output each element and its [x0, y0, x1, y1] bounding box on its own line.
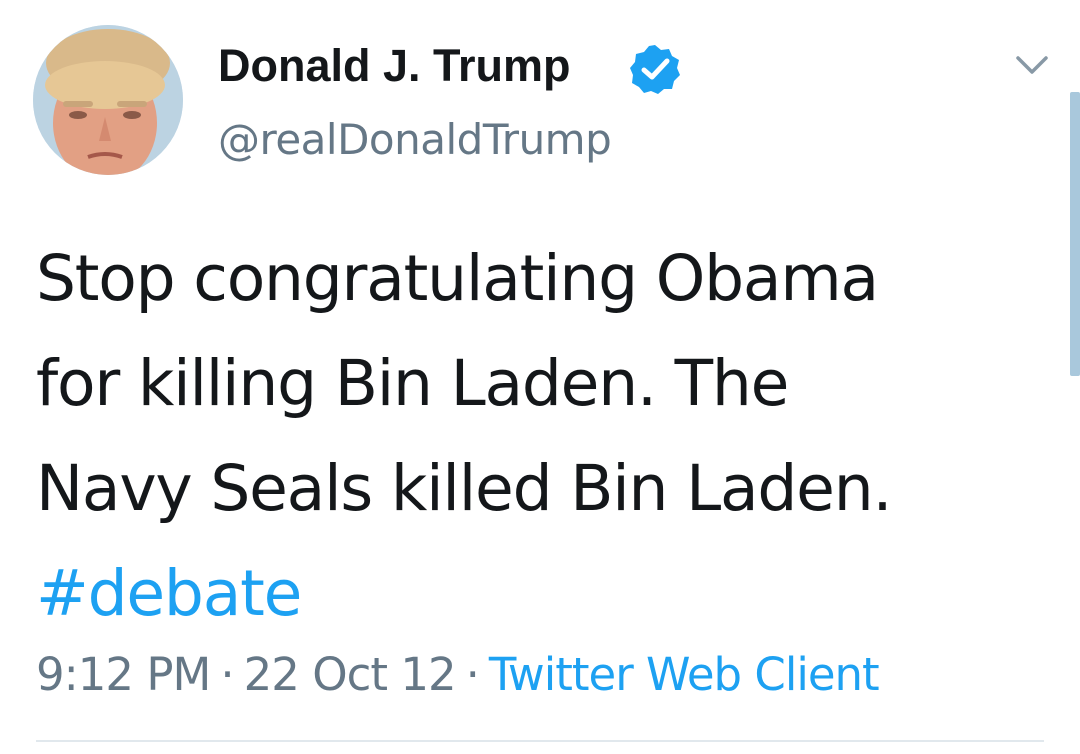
tweet-metadata: 9:12 PM · 22 Oct 12 · Twitter Web Client — [36, 645, 880, 705]
separator: · — [465, 648, 480, 701]
avatar[interactable] — [33, 25, 183, 175]
chevron-down-icon[interactable] — [1014, 52, 1050, 78]
tweet-time[interactable]: 9:12 PM — [36, 648, 211, 701]
hashtag-link[interactable]: #debate — [36, 557, 302, 630]
display-name[interactable]: Donald J. Trump — [218, 38, 571, 94]
tweet: Donald J. Trump @realDonaldTrump Stop co… — [0, 0, 1080, 754]
scrollbar[interactable] — [1070, 92, 1080, 376]
separator: · — [220, 648, 234, 701]
user-handle[interactable]: @realDonaldTrump — [218, 112, 612, 168]
divider — [36, 740, 1044, 742]
tweet-text-line: Stop congratulating Obama — [36, 242, 879, 315]
tweet-date[interactable]: 22 Oct 12 — [244, 648, 457, 701]
tweet-text-line: for killing Bin Laden. The — [36, 347, 789, 420]
avatar-image — [33, 25, 183, 175]
tweet-text-line: Navy Seals killed Bin Laden. — [36, 452, 892, 525]
tweet-source-link[interactable]: Twitter Web Client — [489, 648, 880, 701]
verified-badge-icon — [630, 45, 680, 94]
tweet-text: Stop congratulating Obama for killing Bi… — [36, 226, 1046, 646]
